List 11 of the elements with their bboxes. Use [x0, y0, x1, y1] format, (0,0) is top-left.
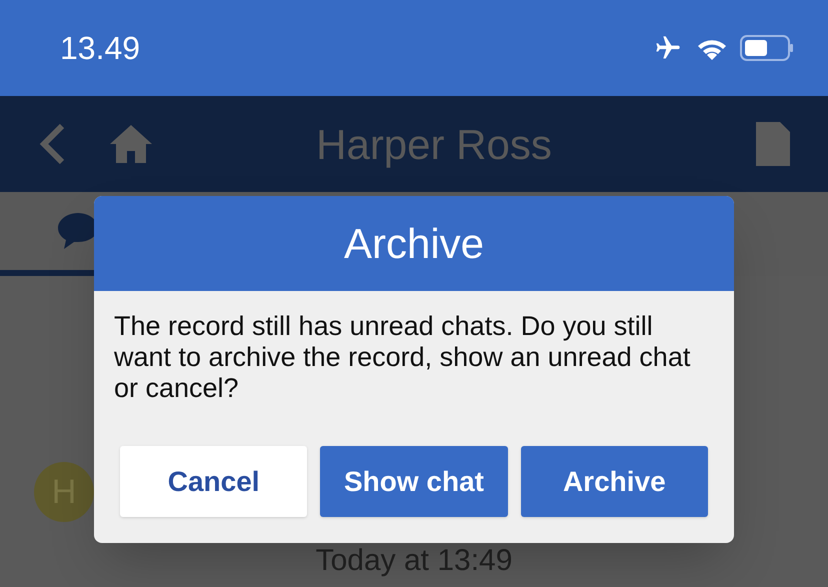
back-icon[interactable]: [38, 123, 66, 165]
dialog-message: The record still has unread chats. Do you still want to archive the record, show an unread chat or cancel?: [113, 310, 692, 404]
home-icon[interactable]: [110, 125, 152, 163]
action-button[interactable]: Archive: [520, 446, 708, 517]
action-button[interactable]: Show chat: [320, 446, 508, 517]
document-icon[interactable]: [756, 122, 790, 166]
header-title: Harper Ross: [315, 120, 553, 170]
cancel-button[interactable]: Cancel: [120, 446, 308, 517]
clock-time: 13.49: [60, 29, 140, 68]
dialog-title: Archive: [344, 219, 484, 269]
battery-icon: [740, 35, 794, 61]
